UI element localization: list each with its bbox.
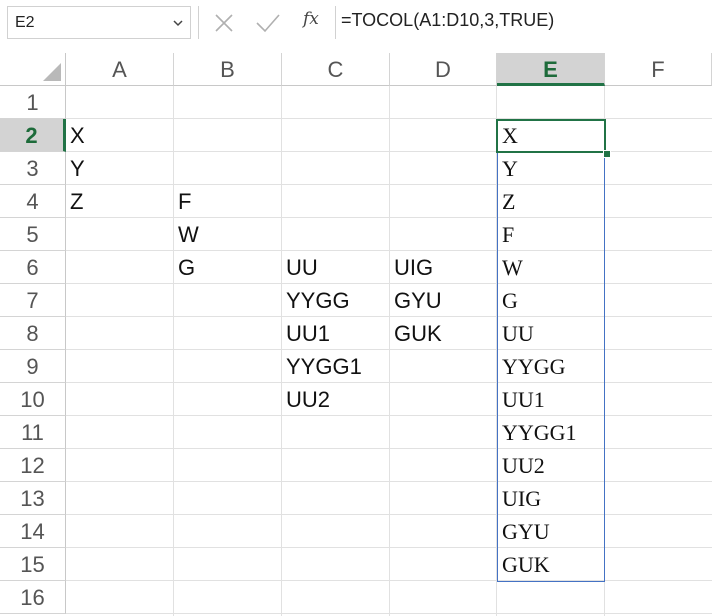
cell-a3[interactable]: Y [66,152,174,185]
column-header-a[interactable]: A [66,53,174,86]
cell-a4[interactable]: Z [66,185,174,218]
formula-bar: E2 fx =TOCOL(A1:D10,3,TRUE) [0,0,712,46]
gridline-horizontal [66,448,712,449]
row-header-13[interactable]: 13 [0,482,66,515]
column-header-f[interactable]: F [605,53,712,86]
row-header-11[interactable]: 11 [0,416,66,449]
gridline-horizontal [66,580,712,581]
gridline-horizontal [66,613,712,614]
cell-b6[interactable]: G [174,251,282,284]
select-all-triangle-icon [43,63,61,81]
column-header-e[interactable]: E [497,53,605,86]
cell-b5[interactable]: W [174,218,282,251]
column-header-d[interactable]: D [390,53,497,86]
name-box[interactable]: E2 [7,6,191,39]
row-header-1[interactable]: 1 [0,86,66,119]
cell-b4[interactable]: F [174,185,282,218]
cell-c7[interactable]: YYGG [282,284,390,317]
row-header-15[interactable]: 15 [0,548,66,581]
row-header-8[interactable]: 8 [0,317,66,350]
chevron-down-icon[interactable] [172,16,184,34]
fill-handle[interactable] [603,150,611,158]
name-box-value: E2 [15,14,35,31]
row-header-14[interactable]: 14 [0,515,66,548]
row-header-3[interactable]: 3 [0,152,66,185]
spill-range-border [497,119,605,582]
row-header-9[interactable]: 9 [0,350,66,383]
cell-d7[interactable]: GYU [390,284,497,317]
formula-bar-divider [198,6,199,39]
row-header-12[interactable]: 12 [0,449,66,482]
cell-a2[interactable]: X [66,119,174,152]
row-header-6[interactable]: 6 [0,251,66,284]
checkmark-icon[interactable] [255,12,281,39]
row-header-10[interactable]: 10 [0,383,66,416]
gridline-horizontal [66,547,712,548]
row-header-2[interactable]: 2 [0,119,66,152]
formula-bar-divider-2 [335,6,336,39]
column-header-c[interactable]: C [282,53,390,86]
select-all-button[interactable] [0,53,66,86]
cancel-icon[interactable] [213,12,235,39]
cell-c10[interactable]: UU2 [282,383,390,416]
formula-input[interactable]: =TOCOL(A1:D10,3,TRUE) [341,10,554,31]
row-header-7[interactable]: 7 [0,284,66,317]
cell-c6[interactable]: UU [282,251,390,284]
cell-d6[interactable]: UIG [390,251,497,284]
gridline-horizontal [66,514,712,515]
column-header-b[interactable]: B [174,53,282,86]
cell-c8[interactable]: UU1 [282,317,390,350]
insert-function-icon[interactable]: fx [303,9,319,29]
worksheet-grid[interactable]: A B C D E F 1 2 3 4 5 6 7 8 9 10 11 12 13 14 15 16 X Y Z F W G UU YYG… [0,53,712,616]
cell-d8[interactable]: GUK [390,317,497,350]
row-header-16[interactable]: 16 [0,581,66,614]
row-header-4[interactable]: 4 [0,185,66,218]
row-header-5[interactable]: 5 [0,218,66,251]
cell-c9[interactable]: YYGG1 [282,350,390,383]
active-cell-border [496,119,606,153]
gridline-horizontal [66,481,712,482]
